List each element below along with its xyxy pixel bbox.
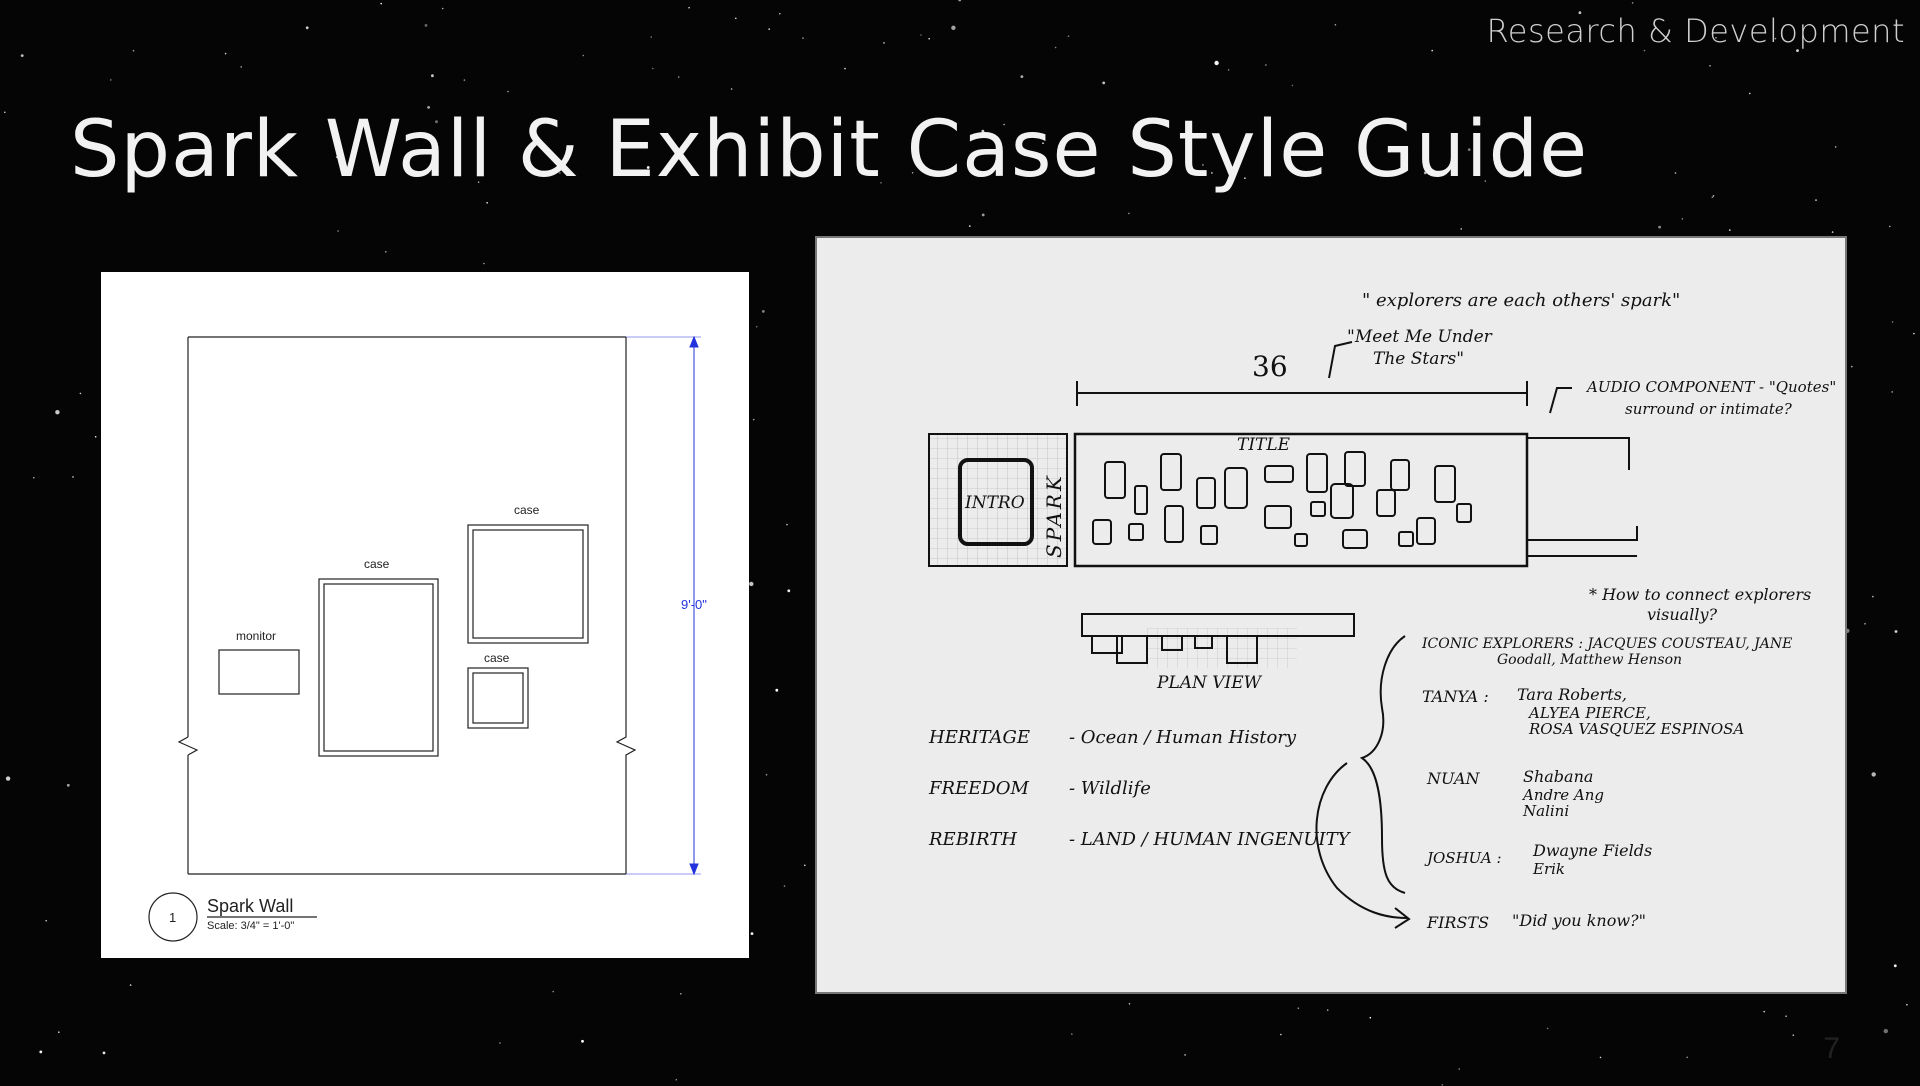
- spark-wall-elevation-drawing: 9'-0" case case case monitor 1 Spark Wal…: [101, 272, 749, 958]
- connect-note-b: visually?: [1647, 605, 1717, 624]
- dimension-label: 9'-0": [681, 597, 707, 612]
- tanya-name-c: ROSA VASQUEZ ESPINOSA: [1528, 720, 1744, 738]
- tanya-label: TANYA :: [1422, 687, 1489, 706]
- case-small-label: case: [484, 651, 510, 665]
- explorers-brace: [1359, 635, 1406, 894]
- theme-rebirth-desc: - LAND / HUMAN INGENUITY: [1069, 829, 1352, 850]
- slide-title: Spark Wall & Exhibit Case Style Guide: [70, 105, 1589, 195]
- title-label: TITLE: [1237, 435, 1291, 455]
- nuan-name-c: Nalini: [1522, 802, 1569, 820]
- theme-heritage-name: HERITAGE: [928, 727, 1030, 748]
- case-top-inner: [472, 529, 584, 639]
- theme-freedom-name: FREEDOM: [928, 778, 1030, 799]
- tanya-name-a: Tara Roberts,: [1517, 685, 1627, 704]
- sketch-svg: " explorers are each others' spark" "Mee…: [928, 290, 1836, 932]
- iconic-explorers-b: Goodall, Matthew Henson: [1497, 652, 1682, 668]
- dimension-arrow-top: [689, 335, 699, 348]
- plan-view-label: PLAN VIEW: [1156, 673, 1263, 693]
- joshua-name-a: Dwayne Fields: [1532, 841, 1652, 860]
- firsts-question: "Did you know?": [1512, 911, 1646, 930]
- case-top: [467, 524, 589, 644]
- case-tall-label: case: [364, 557, 390, 571]
- theme-freedom-desc: - Wildlife: [1069, 778, 1151, 799]
- nuan-label: NUAN: [1426, 769, 1481, 788]
- case-tall-inner: [323, 583, 434, 752]
- plan-view-grid: [1147, 628, 1297, 668]
- wall-left-break: [177, 736, 199, 756]
- audio-note-a: AUDIO COMPONENT - "Quotes": [1585, 378, 1836, 396]
- audio-note-b: surround or intimate?: [1625, 400, 1793, 418]
- elevation-svg: 9'-0" case case case monitor 1 Spark Wal…: [148, 335, 707, 942]
- page-number: 7: [1823, 1032, 1840, 1065]
- nuan-name-a: Shabana: [1523, 767, 1593, 786]
- firsts-label: FIRSTS: [1426, 913, 1489, 932]
- spark-label: SPARK: [1042, 473, 1066, 558]
- section-label: Research & Development: [1486, 12, 1905, 50]
- case-tall: [318, 578, 439, 757]
- connect-note-a: * How to connect explorers: [1589, 585, 1811, 604]
- quote-meet-me-a: "Meet Me Under: [1347, 327, 1493, 347]
- intro-label: INTRO: [964, 493, 1025, 513]
- theme-rebirth-name: REBIRTH: [928, 829, 1017, 850]
- joshua-name-b: Erik: [1532, 860, 1565, 878]
- case-top-label: case: [514, 503, 540, 517]
- theme-heritage-desc: - Ocean / Human History: [1069, 727, 1297, 748]
- quote-explorers: " explorers are each others' spark": [1362, 290, 1680, 311]
- iconic-explorers-a: ICONIC EXPLORERS : JACQUES COUSTEAU, JAN…: [1421, 636, 1792, 652]
- width-dimension: 36: [1252, 350, 1288, 383]
- monitor-label: monitor: [236, 629, 276, 643]
- legend-number: 1: [169, 910, 176, 925]
- joshua-label: JOSHUA :: [1424, 849, 1502, 867]
- monitor-box: [218, 649, 300, 695]
- dimension-arrow-bottom: [689, 863, 699, 876]
- case-small: [467, 667, 529, 729]
- legend-scale: Scale: 3/4" = 1'-0": [207, 920, 294, 932]
- wall-right-edge: [615, 337, 637, 874]
- quote-meet-me-b: The Stars": [1373, 349, 1464, 369]
- legend-title: Spark Wall: [207, 896, 293, 916]
- exhibit-sketch: " explorers are each others' spark" "Mee…: [815, 236, 1847, 994]
- case-small-inner: [472, 672, 524, 724]
